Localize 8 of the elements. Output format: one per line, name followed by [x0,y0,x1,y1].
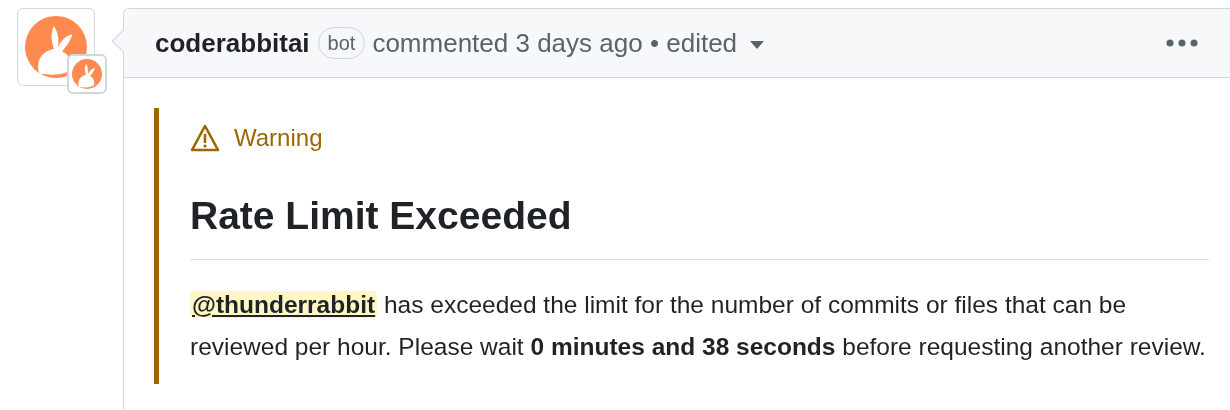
user-mention[interactable]: @thunderrabbit [190,290,378,318]
caret-icon[interactable] [750,41,765,49]
comment-meta: commented 3 days ago • edited [372,26,738,60]
author-name[interactable]: coderabbitai [155,23,310,63]
alert-message: @thunderrabbit has exceeded the limit for the number of commits or files that can be reviewed per hour. Please wait 0 minutes and 38 seconds before requesting another review. [190,289,1207,362]
alert-heading: Rate Limit Exceeded [190,193,573,239]
alert-title: Warning [234,123,323,153]
warning-icon [190,124,220,152]
